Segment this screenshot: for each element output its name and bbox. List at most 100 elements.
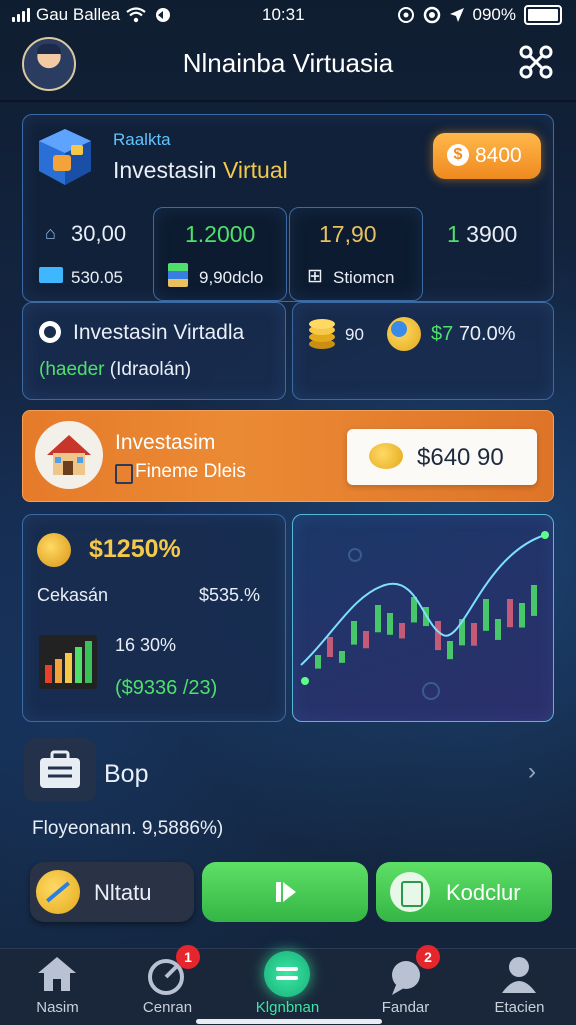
growth-icon: [36, 870, 80, 914]
coins-icon: [309, 319, 335, 349]
card-small-label: Raalkta: [113, 130, 171, 149]
play-button[interactable]: [202, 862, 368, 922]
market-chart[interactable]: [292, 514, 554, 722]
invest-card-sub-white: (Idraolán): [104, 359, 192, 380]
sub-2: 9,90dclo: [199, 268, 264, 287]
stat-4: 1 3900: [447, 221, 518, 247]
chart-marker-icon: [348, 548, 362, 562]
navigation-icon: [449, 8, 464, 22]
menu-icon: [264, 951, 310, 997]
card-title-accent: Virtual: [222, 157, 288, 183]
stat-3: 17,90: [319, 221, 377, 247]
card-title-main: Investasin: [113, 157, 223, 183]
nav-chat-badge: 2: [416, 945, 440, 969]
section-subtitle: Floyeonann. 9,5886%): [32, 818, 224, 839]
invest-card-sub-green: (haeder: [39, 359, 105, 380]
home-icon: [38, 957, 76, 991]
location-ring-icon: [423, 6, 440, 24]
nav-stats-label: Cenran: [142, 999, 193, 1016]
invest-virtual-card[interactable]: Investasin Virtadla (haeder (Idraolán): [22, 302, 286, 400]
kodclur-label: Kodclur: [446, 880, 521, 905]
report-icon: [390, 872, 430, 912]
balance-badge[interactable]: $ 8400: [433, 133, 541, 179]
page-title: Nlnainba Virtuasia: [182, 48, 394, 78]
house-icon: [35, 421, 103, 489]
candle: [483, 599, 489, 631]
stat-4-value: 3900: [459, 221, 518, 247]
virtual-investment-card[interactable]: Raalkta Investasin Virtual $ 8400 ⌂ 30,0…: [22, 114, 554, 302]
nav-stats-badge: 1: [176, 945, 200, 969]
nav-home[interactable]: Nasim: [0, 949, 115, 1025]
status-bar: Gau Ballea 10:31 090%: [0, 0, 576, 30]
coin-icon: [369, 443, 403, 469]
dollar-icon: $: [447, 144, 469, 166]
returns-label: Cekasán: [37, 585, 109, 605]
card-title: Investasin Virtual: [113, 157, 288, 184]
section-title: Bop: [104, 760, 149, 788]
candle: [447, 641, 453, 660]
stack-icon: [168, 263, 188, 287]
nav-stats[interactable]: 1 Cenran: [110, 945, 225, 1025]
chevron-right-icon[interactable]: ›: [528, 758, 536, 786]
nav-profile[interactable]: Etacien: [462, 949, 576, 1025]
grid-icon: ⊞: [307, 266, 323, 287]
nltatu-button[interactable]: Nltatu: [30, 862, 194, 922]
bottom-nav: Nasim 1 Cenran Klgnbnan 2 Fandar Etacien: [0, 945, 576, 1025]
bar-chart-icon: [39, 635, 97, 689]
signal-icon: [12, 8, 30, 22]
banner-title: Investasim: [115, 431, 216, 454]
candle: [435, 621, 441, 651]
candle: [327, 637, 333, 657]
profile-icon: [502, 957, 536, 993]
gold-coin-icon: [37, 533, 71, 567]
document-icon: [115, 464, 133, 484]
clock: 10:31: [262, 5, 305, 24]
investment-banner[interactable]: Investasim Fineme Dleis $640 90: [22, 410, 554, 502]
home-indicator: [196, 1019, 382, 1024]
play-icon: [276, 882, 296, 902]
carrier-name: Gau Ballea: [36, 5, 121, 24]
candle: [363, 631, 369, 649]
sub-3: Stiomcn: [333, 268, 395, 287]
nav-chat[interactable]: 2 Fandar: [348, 945, 463, 1025]
balance-value: 8400: [475, 144, 522, 167]
wifi-icon: [126, 7, 146, 23]
candle: [387, 613, 393, 635]
invest-card-title: Investasin Virtadla: [73, 321, 245, 344]
candle: [519, 603, 525, 628]
candle: [399, 623, 405, 639]
network-icon[interactable]: [518, 44, 554, 80]
app-header: Nlnainba Virtuasia: [0, 34, 576, 96]
candle: [315, 655, 321, 669]
returns-panel[interactable]: $1250% Cekasán $535.% 16 30% ($9336 /23): [22, 514, 286, 722]
battery-icon: [524, 5, 562, 25]
briefcase-tile[interactable]: [24, 738, 96, 802]
candle: [531, 585, 537, 616]
nav-center[interactable]: Klgnbnan: [230, 949, 345, 1025]
nav-profile-label: Etacien: [494, 999, 545, 1016]
candle: [375, 605, 381, 633]
alarm-icon: [397, 7, 414, 23]
mail-icon: [39, 267, 63, 283]
price-button[interactable]: $640 90: [347, 429, 537, 485]
chart-marker-icon: [422, 682, 440, 700]
candle: [507, 599, 513, 628]
candle: [495, 619, 501, 640]
nav-chat-label: Fandar: [381, 999, 430, 1016]
coin-value-2-rest: 70.0%: [458, 323, 516, 345]
invest-card-subtitle: (haeder (Idraolán): [39, 359, 191, 381]
coin-value-2: $7 70.0%: [431, 323, 516, 345]
sub-1: 530.05: [71, 268, 123, 287]
briefcase-icon: [40, 750, 80, 788]
sync-icon: [156, 8, 171, 22]
stat-2: 1.2000: [185, 221, 256, 247]
candlestick-chart: [300, 531, 549, 700]
candle: [351, 621, 357, 645]
candle: [471, 623, 477, 646]
candle: [339, 651, 345, 663]
returns-mid: 16 30%: [115, 635, 177, 655]
coin-stats-card[interactable]: 90 $7 70.0%: [292, 302, 554, 400]
kodclur-button[interactable]: Kodclur: [376, 862, 552, 922]
banner-subtitle: Fineme Dleis: [135, 461, 246, 482]
cube-icon: [39, 129, 91, 185]
